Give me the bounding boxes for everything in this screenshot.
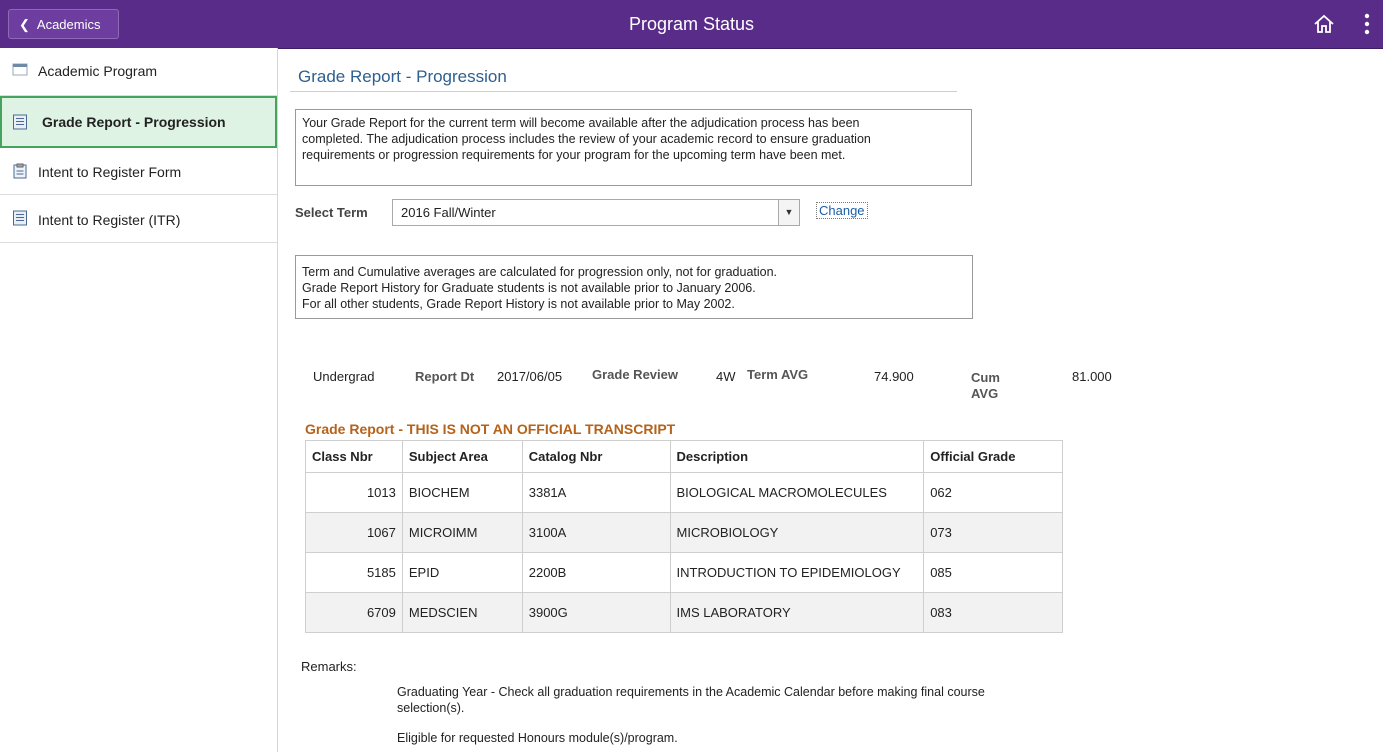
- note-line: Grade Report History for Graduate studen…: [302, 281, 756, 295]
- report-date-value: 2017/06/05: [497, 369, 563, 384]
- career-value: Undergrad: [313, 369, 375, 384]
- subject-area-cell: MICROIMM: [401, 512, 523, 553]
- sidebar-item-intent-form[interactable]: Intent to Register Form: [0, 148, 277, 195]
- page-title: Grade Report - Progression: [298, 67, 507, 86]
- change-term-link[interactable]: Change: [816, 202, 868, 219]
- program-icon: [12, 63, 28, 76]
- subject-area-cell: BIOCHEM: [401, 472, 523, 513]
- note-line: Term and Cumulative averages are calcula…: [302, 265, 778, 279]
- grade-report-table: Class Nbr Subject Area Catalog Nbr Descr…: [305, 440, 1063, 633]
- table-row: 1013 BIOCHEM 3381A BIOLOGICAL MACROMOLEC…: [305, 472, 1063, 513]
- notice-line: Your Grade Report for the current term w…: [302, 116, 860, 130]
- table-row: 1067 MICROIMM 3100A MICROBIOLOGY 073: [305, 512, 1063, 553]
- official-grade-cell: 083: [923, 592, 1063, 633]
- document-icon: [13, 114, 27, 130]
- grade-review-label: Grade Review: [592, 367, 678, 382]
- class-nbr-cell: 5185: [305, 552, 403, 593]
- notice-line: completed. The adjudication process incl…: [302, 132, 871, 146]
- sidebar-item-label: Academic Program: [38, 63, 158, 79]
- cum-avg-label-line: AVG: [971, 386, 999, 401]
- term-avg-label: Term AVG: [747, 367, 809, 382]
- back-button[interactable]: ❮ Academics: [8, 9, 119, 39]
- term-dropdown-value: 2016 Fall/Winter: [401, 205, 496, 220]
- report-date-label: Report Dt: [415, 369, 475, 384]
- column-header: Description: [669, 440, 925, 473]
- sidebar-nav: Academic Program Grade Report - Progress…: [0, 48, 278, 752]
- table-header-row: Class Nbr Subject Area Catalog Nbr Descr…: [305, 440, 1063, 473]
- remarks-label: Remarks:: [301, 659, 357, 674]
- sidebar-item-grade-report[interactable]: Grade Report - Progression: [0, 96, 277, 148]
- class-nbr-cell: 6709: [305, 592, 403, 633]
- description-cell: MICROBIOLOGY: [669, 512, 925, 553]
- table-row: 6709 MEDSCIEN 3900G IMS LABORATORY 083: [305, 592, 1063, 633]
- page-header-title: Program Status: [628, 14, 755, 34]
- availability-notice: Your Grade Report for the current term w…: [295, 109, 972, 186]
- dropdown-arrow-icon[interactable]: ▼: [778, 200, 799, 225]
- note-line: For all other students, Grade Report His…: [302, 297, 735, 311]
- cum-avg-label: Cum AVG: [971, 370, 1000, 402]
- column-header: Official Grade: [923, 440, 1063, 473]
- column-header: Class Nbr: [305, 440, 403, 473]
- catalog-nbr-cell: 3100A: [521, 512, 671, 553]
- catalog-nbr-cell: 2200B: [521, 552, 671, 593]
- description-cell: INTRODUCTION TO EPIDEMIOLOGY: [669, 552, 925, 593]
- sidebar-item-label: Grade Report - Progression: [42, 114, 226, 130]
- official-grade-cell: 062: [923, 472, 1063, 513]
- grade-review-value: 4W: [716, 369, 736, 384]
- back-button-label: Academics: [36, 17, 101, 32]
- term-avg-value: 74.900: [874, 369, 914, 384]
- averages-note: Term and Cumulative averages are calcula…: [295, 255, 973, 319]
- official-grade-cell: 085: [923, 552, 1063, 593]
- sidebar-item-label: Intent to Register (ITR): [38, 212, 181, 228]
- notice-line: requirements or progression requirements…: [302, 148, 846, 162]
- sidebar-item-itr[interactable]: Intent to Register (ITR): [0, 195, 277, 243]
- catalog-nbr-cell: 3381A: [521, 472, 671, 513]
- clipboard-icon: [13, 163, 27, 179]
- select-term-label: Select Term: [295, 205, 368, 220]
- description-cell: BIOLOGICAL MACROMOLECULES: [669, 472, 925, 513]
- grade-report-heading: Grade Report - THIS IS NOT AN OFFICIAL T…: [305, 421, 676, 437]
- class-nbr-cell: 1013: [305, 472, 403, 513]
- catalog-nbr-cell: 3900G: [521, 592, 671, 633]
- sidebar-item-label: Intent to Register Form: [38, 164, 182, 180]
- chevron-left-icon: ❮: [19, 17, 30, 32]
- sidebar-item-academic-program[interactable]: Academic Program: [0, 48, 277, 96]
- description-cell: IMS LABORATORY: [669, 592, 925, 633]
- class-nbr-cell: 1067: [305, 512, 403, 553]
- column-header: Subject Area: [401, 440, 523, 473]
- official-grade-cell: 073: [923, 512, 1063, 553]
- remark-text: Graduating Year - Check all graduation r…: [397, 685, 985, 715]
- more-options-icon[interactable]: [1363, 12, 1371, 36]
- document-icon: [13, 210, 27, 226]
- cum-avg-label-line: Cum: [971, 370, 1000, 385]
- remark-text: Eligible for requested Honours module(s)…: [397, 731, 678, 745]
- subject-area-cell: EPID: [401, 552, 523, 593]
- top-banner: ❮ Academics Program Status: [0, 0, 1383, 49]
- column-header: Catalog Nbr: [521, 440, 671, 473]
- table-row: 5185 EPID 2200B INTRODUCTION TO EPIDEMIO…: [305, 552, 1063, 593]
- title-divider: [290, 91, 957, 92]
- subject-area-cell: MEDSCIEN: [401, 592, 523, 633]
- term-dropdown[interactable]: 2016 Fall/Winter ▼: [392, 199, 800, 226]
- home-icon[interactable]: [1313, 14, 1335, 34]
- cum-avg-value: 81.000: [1072, 369, 1112, 384]
